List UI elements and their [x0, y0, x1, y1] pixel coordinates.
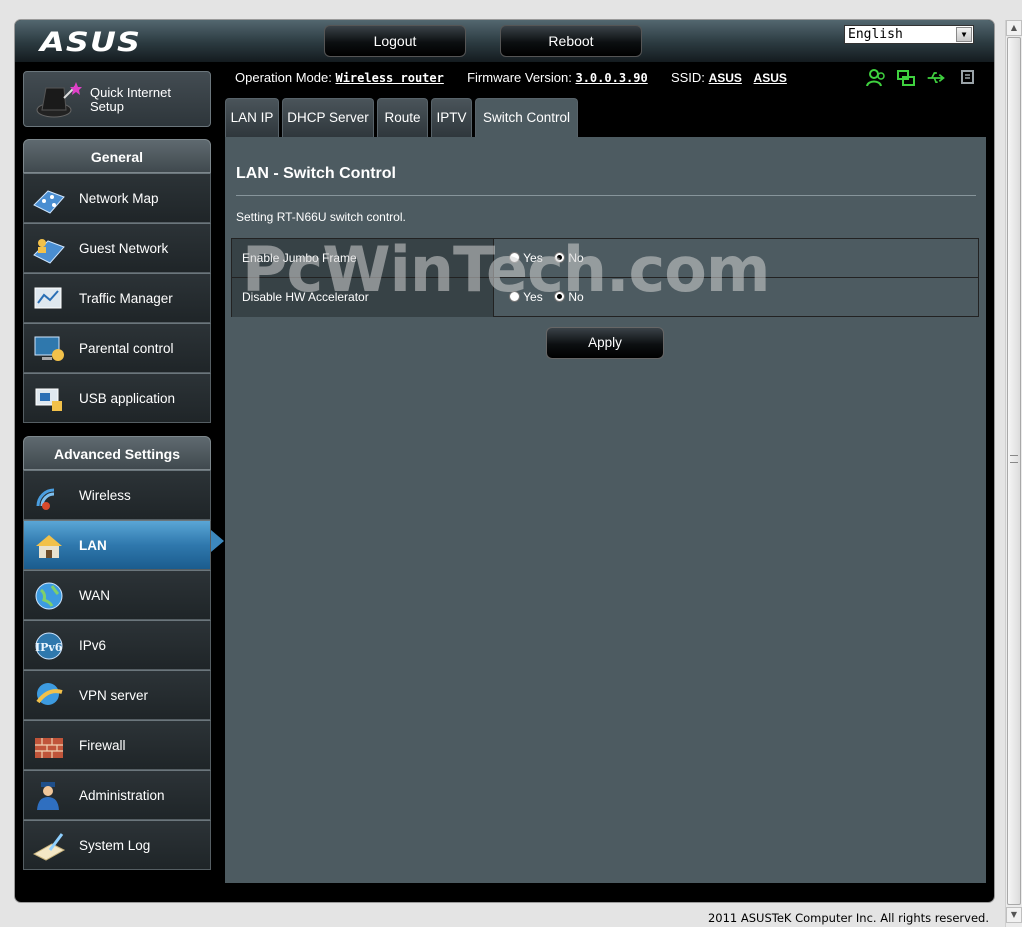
internet-status-icon[interactable]	[896, 68, 916, 88]
sidebar-item-label: Network Map	[79, 191, 159, 206]
quick-setup-line1: Quick Internet	[90, 85, 171, 100]
sidebar-item-label: Guest Network	[79, 241, 169, 256]
settings-table: Enable Jumbo Frame Yes No Disable HW Acc…	[231, 238, 979, 317]
sidebar-item-label: Wireless	[79, 488, 131, 503]
title-divider	[236, 195, 976, 196]
operation-mode-label: Operation Mode:	[235, 70, 332, 85]
advanced-settings-section-header: Advanced Settings	[23, 436, 211, 470]
network-map-icon	[33, 190, 65, 214]
firewall-icon	[35, 738, 63, 758]
table-row: Enable Jumbo Frame Yes No	[232, 239, 978, 278]
sidebar-item-label: Firewall	[79, 738, 126, 753]
usb-application-icon	[35, 388, 62, 411]
ssid-link[interactable]: ASUS	[754, 71, 787, 85]
sidebar-item-network-map[interactable]: Network Map	[23, 173, 211, 223]
sidebar-item-traffic-manager[interactable]: Traffic Manager	[23, 273, 211, 323]
quick-setup-line2: Setup	[90, 99, 124, 114]
svg-text:IPv6: IPv6	[35, 641, 63, 654]
traffic-manager-icon	[34, 287, 62, 309]
sidebar-item-system-log[interactable]: System Log	[23, 820, 211, 870]
guest-network-icon	[33, 239, 65, 264]
administration-icon	[37, 782, 59, 810]
reboot-button[interactable]: Reboot	[500, 25, 642, 57]
quick-internet-setup-label: Quick Internet Setup	[90, 86, 171, 114]
scrollbar-thumb[interactable]	[1007, 37, 1021, 905]
system-log-icon	[32, 833, 66, 861]
sidebar-item-label: VPN server	[79, 688, 149, 703]
radio-label: Yes	[523, 251, 543, 265]
ssid-label: SSID:	[670, 70, 705, 85]
sidebar-item-administration[interactable]: Administration	[23, 770, 211, 820]
jumbo-frame-options: Yes No	[509, 251, 592, 265]
sidebar-item-label: Administration	[79, 788, 165, 803]
language-value: English	[848, 27, 903, 42]
tab-lan-ip[interactable]: LAN IP	[225, 98, 279, 137]
usb-icon[interactable]	[926, 68, 946, 88]
scroll-up-arrow-icon[interactable]: ▲	[1006, 20, 1022, 36]
hw-accelerator-options: Yes No	[509, 290, 592, 304]
jumbo-frame-label: Enable Jumbo Frame	[232, 239, 494, 277]
copyright-footer: 2011 ASUSTeK Computer Inc. All rights re…	[707, 911, 989, 925]
sidebar-item-lan[interactable]: LAN	[23, 520, 211, 570]
sidebar-item-label: WAN	[79, 588, 110, 603]
firmware-label: Firmware Version:	[467, 70, 572, 85]
scroll-down-arrow-icon[interactable]: ▼	[1006, 907, 1022, 923]
scrollbar-grip-icon	[1010, 455, 1018, 463]
wan-globe-icon	[35, 582, 63, 610]
apply-button[interactable]: Apply	[546, 327, 664, 359]
radio-label: No	[568, 290, 584, 304]
magic-wand-icon	[36, 82, 82, 118]
printer-icon[interactable]	[958, 68, 978, 88]
language-select[interactable]: English ▼	[844, 25, 974, 44]
sidebar-item-label: IPv6	[79, 638, 107, 653]
sidebar-item-label: LAN	[79, 538, 107, 553]
sidebar-item-wan[interactable]: WAN	[23, 570, 211, 620]
hw-accelerator-no-radio[interactable]	[554, 291, 566, 302]
sidebar-item-parental-control[interactable]: Parental control	[23, 323, 211, 373]
ssid-link[interactable]: ASUS	[709, 71, 742, 85]
tab-dhcp-server[interactable]: DHCP Server	[282, 98, 374, 137]
page-description: Setting RT-N66U switch control.	[236, 210, 406, 224]
vpn-server-icon	[36, 683, 63, 705]
quick-internet-setup-button[interactable]: Quick Internet Setup	[23, 71, 211, 127]
hw-accelerator-label: Disable HW Accelerator	[232, 278, 494, 317]
firmware-link[interactable]: 3.0.0.3.90	[575, 71, 647, 85]
general-section-header: General	[23, 139, 211, 173]
parental-control-icon	[34, 336, 64, 361]
sidebar-item-guest-network[interactable]: Guest Network	[23, 223, 211, 273]
sidebar-item-label: Traffic Manager	[79, 291, 173, 306]
active-menu-pointer	[211, 530, 224, 552]
jumbo-frame-yes-radio[interactable]	[509, 252, 520, 263]
sidebar-item-label: Parental control	[79, 341, 174, 356]
clients-icon[interactable]	[866, 68, 886, 88]
asus-logo: ASUS	[40, 27, 142, 58]
status-bar: Operation Mode: Wireless router Firmware…	[235, 70, 787, 90]
tab-route[interactable]: Route	[377, 98, 428, 137]
jumbo-frame-no-radio[interactable]	[554, 252, 566, 263]
sidebar-item-vpn-server[interactable]: VPN server	[23, 670, 211, 720]
radio-label: No	[568, 251, 584, 265]
sidebar-item-label: USB application	[79, 391, 176, 406]
page-title: LAN - Switch Control	[236, 165, 396, 182]
logout-button[interactable]: Logout	[324, 25, 466, 57]
lan-icon	[36, 535, 62, 558]
operation-mode-link[interactable]: Wireless router	[335, 71, 443, 85]
hw-accelerator-yes-radio[interactable]	[509, 291, 520, 302]
sidebar-item-ipv6[interactable]: IPv6 IPv6	[23, 620, 211, 670]
ipv6-icon: IPv6	[35, 632, 63, 660]
tab-iptv[interactable]: IPTV	[431, 98, 472, 137]
chevron-down-icon[interactable]: ▼	[956, 27, 972, 42]
sidebar-item-usb-application[interactable]: USB application	[23, 373, 211, 423]
sidebar-item-label: System Log	[79, 838, 151, 853]
sidebar-item-firewall[interactable]: Firewall	[23, 720, 211, 770]
wireless-icon	[36, 488, 55, 510]
table-row: Disable HW Accelerator Yes No	[232, 278, 978, 317]
tab-switch-control[interactable]: Switch Control	[475, 98, 578, 137]
sidebar-item-wireless[interactable]: Wireless	[23, 470, 211, 520]
radio-label: Yes	[523, 290, 543, 304]
